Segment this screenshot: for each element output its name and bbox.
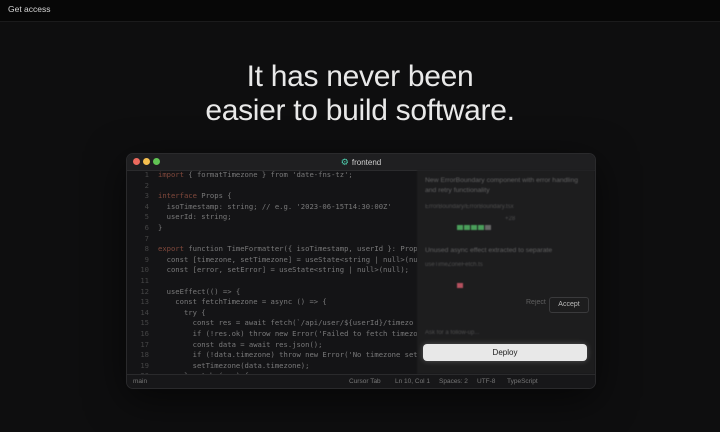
line-number: 6 bbox=[144, 222, 149, 232]
code-text: useEffect(() => { bbox=[158, 286, 241, 296]
hero-heading: It has never been easier to build softwa… bbox=[0, 60, 720, 128]
line-number: 13 bbox=[140, 297, 149, 307]
code-keyword: export bbox=[158, 244, 184, 254]
line-number: 16 bbox=[140, 328, 149, 338]
code-text: isoTimestamp: string; // e.g. '2023-06-1… bbox=[158, 201, 392, 211]
line-number: 14 bbox=[140, 307, 149, 317]
code-line: 14 try { bbox=[127, 308, 417, 319]
code-line: 15 const res = await fetch(`/api/user/${… bbox=[127, 318, 417, 329]
window-title-text: frontend bbox=[351, 158, 382, 167]
cursor-position[interactable]: Ln 10, Col 1 bbox=[395, 378, 430, 385]
code-keyword: interface bbox=[158, 191, 197, 201]
line-number: 5 bbox=[144, 212, 149, 222]
line-number: 7 bbox=[144, 233, 149, 243]
branch-indicator[interactable]: main bbox=[133, 378, 147, 385]
change-file-2[interactable]: useTimeZoneFetch.ts bbox=[425, 262, 483, 268]
hero-line-1: It has never been bbox=[246, 60, 474, 93]
code-line: 9 const [timezone, setTimezone] = useSta… bbox=[127, 255, 417, 266]
top-bar: Get access bbox=[0, 0, 720, 22]
code-text: const [timezone, setTimezone] = useState… bbox=[158, 254, 417, 264]
code-line: 13 const fetchTimezone = async () => { bbox=[127, 297, 417, 308]
code-text: setTimezone(data.timezone); bbox=[158, 360, 310, 370]
line-number: 1 bbox=[144, 170, 149, 179]
line-number: 10 bbox=[140, 265, 149, 275]
code-line: 5 userId: string; bbox=[127, 212, 417, 223]
line-number: 12 bbox=[140, 286, 149, 296]
accept-button[interactable]: Accept bbox=[549, 297, 589, 313]
change-count-1: +28 bbox=[505, 216, 516, 222]
change-description-1: New ErrorBoundary component with error h… bbox=[425, 177, 579, 194]
line-number: 11 bbox=[140, 275, 149, 285]
encoding[interactable]: UTF-8 bbox=[477, 378, 495, 385]
code-text: function TimeFormatter({ isoTimestamp, u… bbox=[183, 244, 417, 254]
change-description-2: Unused async effect extracted to separat… bbox=[425, 247, 553, 254]
code-text: userId: string; bbox=[158, 212, 232, 222]
code-line: 16 if (!res.ok) throw new Error('Failed … bbox=[127, 329, 417, 340]
code-line: 2 bbox=[127, 181, 417, 192]
code-text: { formatTimezone } from 'date-fns-tz'; bbox=[183, 170, 353, 179]
editor-window: ⚙ frontend 1 import { formatTimezone } fro… bbox=[126, 153, 596, 389]
line-number: 2 bbox=[144, 180, 149, 190]
hero-line-2: easier to build software. bbox=[205, 94, 515, 127]
code-line: 11 bbox=[127, 276, 417, 287]
code-editor[interactable]: 1 import { formatTimezone } from 'date-fn… bbox=[127, 170, 417, 374]
cursor-tab-indicator[interactable]: Cursor Tab bbox=[349, 378, 381, 385]
code-text: const [error, setError] = useState<strin… bbox=[158, 265, 409, 275]
diff-bars-1 bbox=[457, 217, 492, 230]
code-line: 3 interface Props { bbox=[127, 191, 417, 202]
code-text: const res = await fetch(`/api/user/${use… bbox=[158, 318, 414, 328]
code-keyword: import bbox=[158, 170, 184, 179]
get-access-link[interactable]: Get access bbox=[8, 4, 51, 14]
line-number: 3 bbox=[144, 191, 149, 201]
code-line: 8 export function TimeFormatter({ isoTime… bbox=[127, 244, 417, 255]
code-line: 12 useEffect(() => { bbox=[127, 287, 417, 298]
window-title: ⚙ frontend bbox=[127, 157, 595, 168]
code-line: 10 const [error, setError] = useState<st… bbox=[127, 265, 417, 276]
code-text: } bbox=[158, 222, 163, 232]
reject-button[interactable]: Reject bbox=[526, 299, 546, 306]
window-titlebar: ⚙ frontend bbox=[127, 154, 595, 171]
code-line: 6} bbox=[127, 223, 417, 234]
code-text: Props { bbox=[196, 191, 232, 201]
code-line: 1 import { formatTimezone } from 'date-fn… bbox=[127, 170, 417, 181]
line-number: 8 bbox=[144, 244, 149, 254]
follow-up-input[interactable]: Ask for a follow-up... bbox=[425, 330, 479, 336]
line-number: 18 bbox=[140, 350, 149, 360]
change-file-1[interactable]: ErrorBoundary/ErrorBoundary.tsx bbox=[425, 204, 514, 210]
code-text: if (!res.ok) throw new Error('Failed to … bbox=[158, 328, 417, 338]
line-number: 19 bbox=[140, 360, 149, 370]
deploy-button[interactable]: Deploy bbox=[423, 344, 587, 361]
code-text: try { bbox=[158, 307, 206, 317]
gear-icon: ⚙ bbox=[340, 157, 349, 167]
code-text: if (!data.timezone) throw new Error('No … bbox=[158, 350, 417, 360]
code-line: 17 const data = await res.json(); bbox=[127, 340, 417, 351]
code-line: 19 setTimezone(data.timezone); bbox=[127, 361, 417, 372]
diff-bars-2 bbox=[457, 275, 464, 288]
code-line: 18 if (!data.timezone) throw new Error('… bbox=[127, 350, 417, 361]
status-bar: main Cursor Tab Ln 10, Col 1 Spaces: 2 U… bbox=[127, 374, 595, 388]
line-number: 17 bbox=[140, 339, 149, 349]
line-number: 4 bbox=[144, 201, 149, 211]
indent-setting[interactable]: Spaces: 2 bbox=[439, 378, 468, 385]
code-line: 4 isoTimestamp: string; // e.g. '2023-06… bbox=[127, 202, 417, 213]
language-mode[interactable]: TypeScript bbox=[507, 378, 538, 385]
line-number: 15 bbox=[140, 318, 149, 328]
line-number: 9 bbox=[144, 254, 149, 264]
code-text: const fetchTimezone = async () => { bbox=[158, 297, 327, 307]
code-line: 7 bbox=[127, 234, 417, 245]
code-text: const data = await res.json(); bbox=[158, 339, 323, 349]
